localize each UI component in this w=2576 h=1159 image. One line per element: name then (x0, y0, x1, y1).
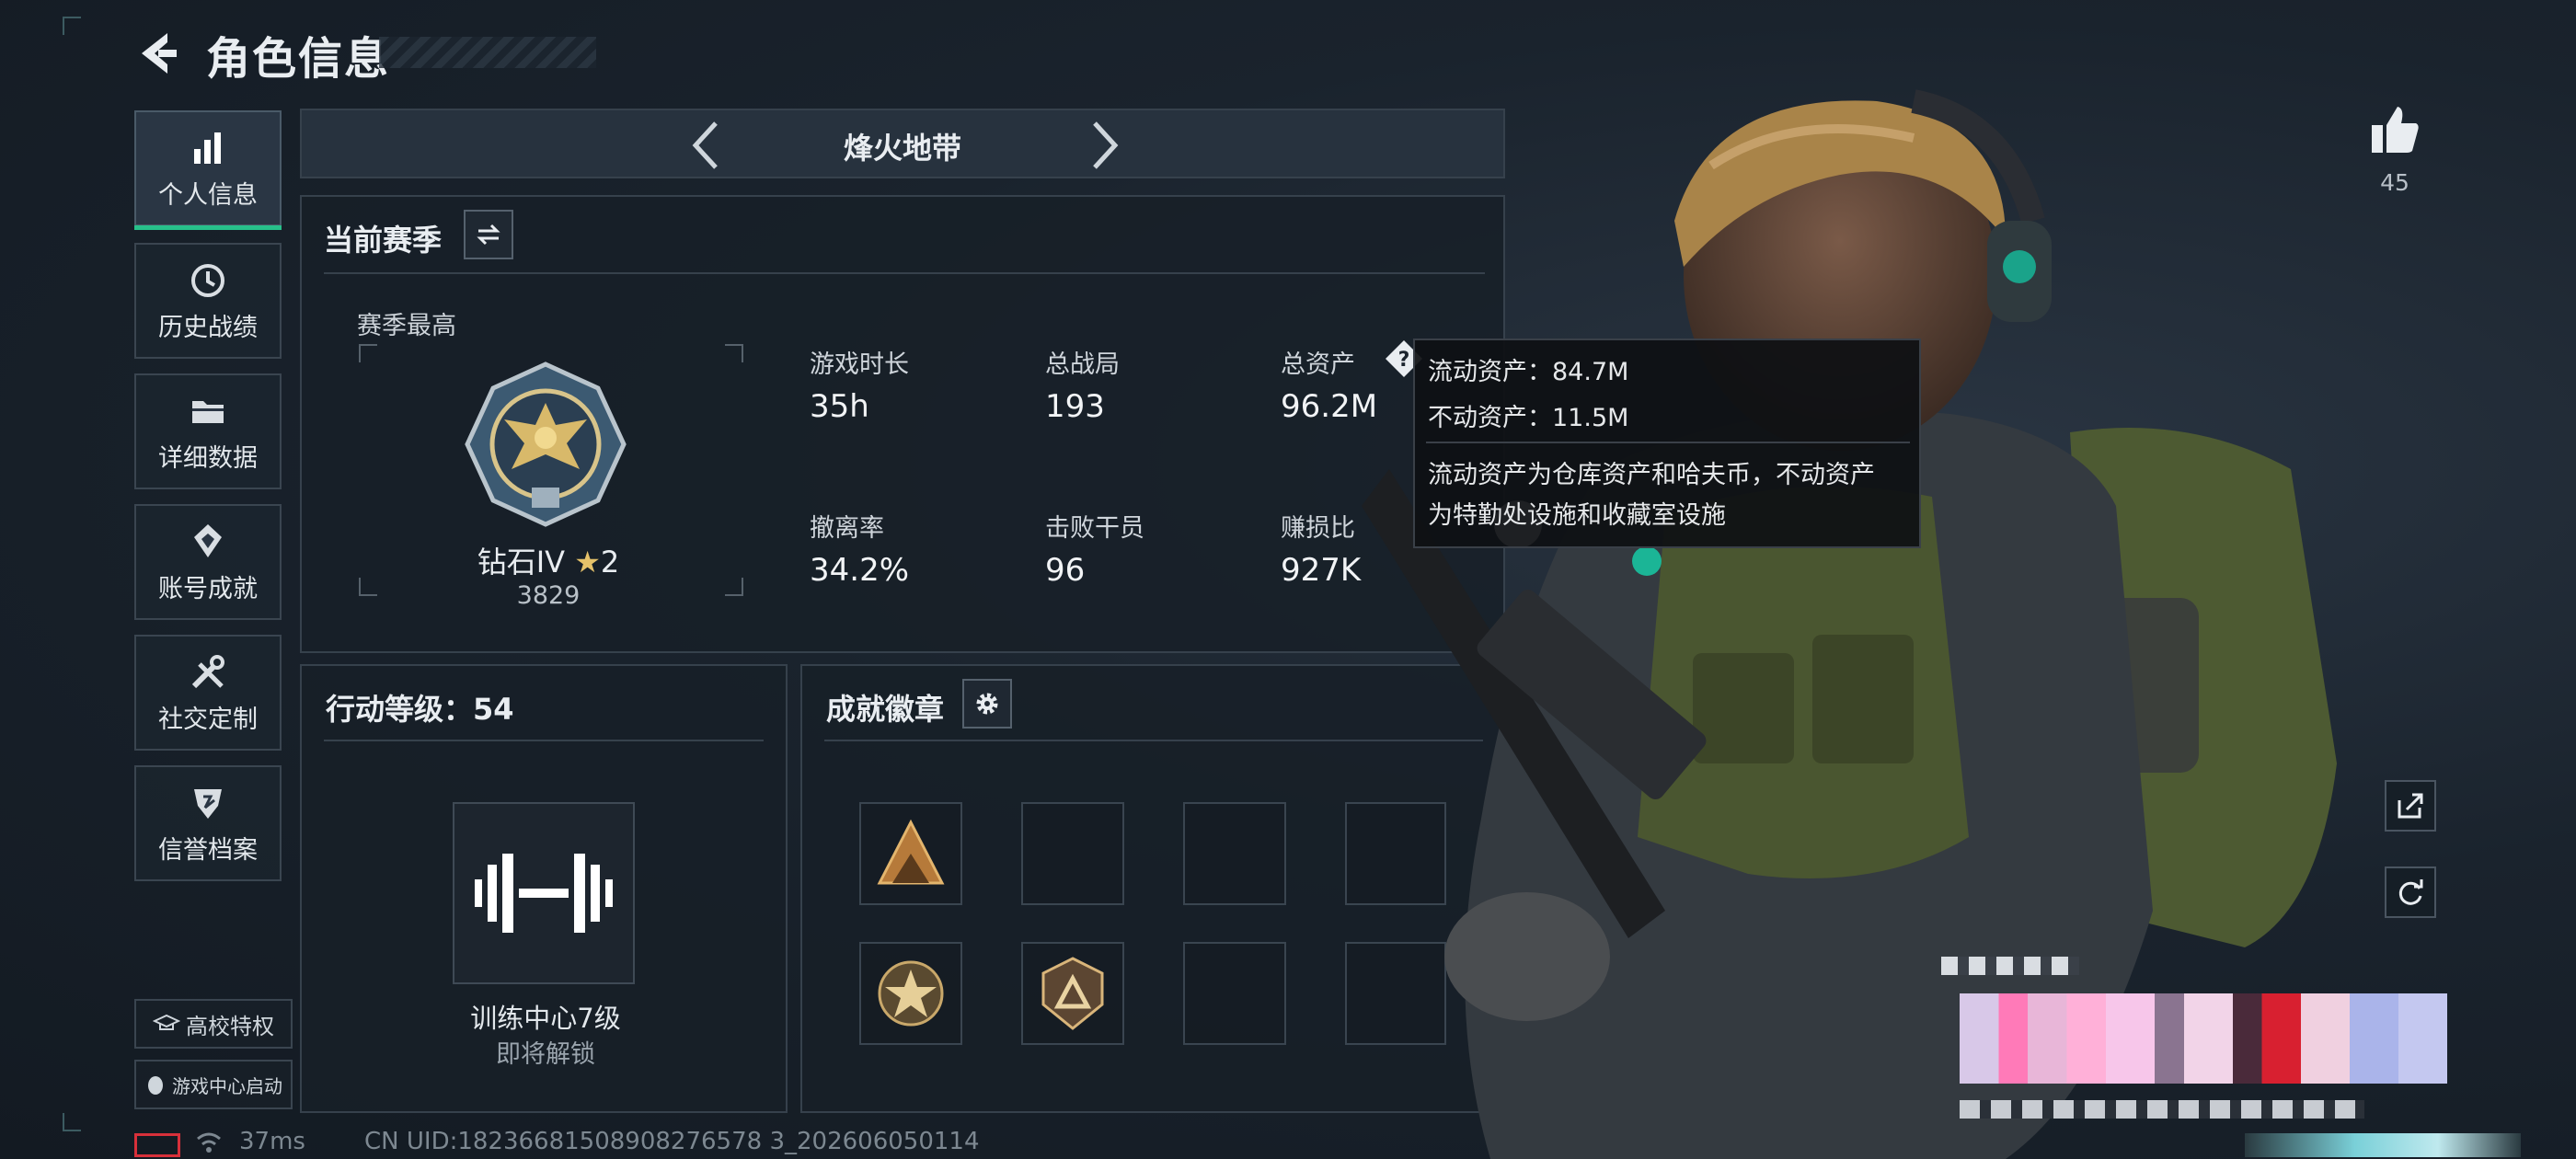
sidebar-item-label: 个人信息 (158, 180, 258, 210)
folder-icon (192, 400, 224, 423)
share-icon (2398, 793, 2423, 819)
sidebar-item-reputation[interactable]: 信誉档案 (134, 765, 282, 881)
tools-icon (191, 654, 224, 688)
frame-corner (359, 344, 377, 362)
stat-label: 击败干员 (1045, 514, 1144, 543)
badge-slot[interactable] (1021, 942, 1124, 1045)
training-center-card[interactable] (453, 802, 635, 984)
rank-stars: 2 (600, 545, 620, 580)
stat-value: 96 (1045, 552, 1086, 589)
mode-name: 烽火地带 (843, 131, 961, 166)
mode-selector: 烽火地带 (300, 109, 1505, 178)
badge-slot[interactable] (1183, 942, 1286, 1045)
title-decoration (379, 37, 596, 68)
liquid-assets: 流动资产：84.7M (1428, 358, 1629, 386)
refresh-button[interactable] (2385, 866, 2436, 918)
stat-label: 总资产 (1281, 350, 1355, 379)
diamond-rank-emblem (465, 361, 627, 527)
thumbs-up-icon[interactable] (2368, 103, 2421, 156)
frame-corner (725, 344, 743, 362)
stat-value: 193 (1045, 388, 1105, 425)
stat-value: 927K (1281, 552, 1362, 589)
star-icon: ★ (574, 545, 601, 580)
redacted-mosaic (1960, 1100, 2364, 1119)
corner-tick (63, 1113, 81, 1131)
rank-label: 钻石IV ★2 (302, 539, 795, 581)
chevron-right-icon[interactable] (1086, 120, 1122, 171)
shield-badge-icon (1041, 957, 1104, 1030)
gear-icon (976, 693, 998, 715)
dumbbell-icon (475, 854, 613, 933)
stat-value: 35h (810, 388, 869, 425)
redacted-mosaic (2245, 1133, 2521, 1157)
back-arrow-icon[interactable] (132, 28, 184, 79)
sidebar-item-label: 账号成就 (158, 574, 258, 603)
switch-season-button[interactable] (464, 210, 513, 259)
season-best-label: 赛季最高 (357, 312, 456, 340)
badges-title: 成就徽章 (826, 692, 945, 727)
game-center-label: 游戏中心启动 (172, 1074, 282, 1097)
badge-slot[interactable] (1183, 802, 1286, 905)
history-icon (191, 263, 224, 297)
battery-icon (134, 1133, 180, 1157)
badge-slot[interactable] (859, 942, 962, 1045)
badge-slot[interactable] (859, 802, 962, 905)
user-uid: CN UID:18236681508908276578 3_2026060501… (364, 1128, 980, 1155)
bar-chart-icon (194, 132, 221, 164)
graduation-cap-icon (153, 1014, 180, 1030)
stat-label: 总战局 (1045, 350, 1120, 379)
refresh-icon (2398, 879, 2423, 905)
like-count: 45 (2380, 169, 2409, 196)
season-panel: 当前赛季 赛季最高 钻石IV ★2 3829 游戏时长 35h 总战局 193 … (300, 195, 1505, 653)
action-level-title: 行动等级：54 (326, 692, 514, 727)
sidebar-item-label: 信誉档案 (158, 835, 258, 865)
sidebar-item-personal-info[interactable]: 个人信息 (134, 110, 282, 230)
page-title: 角色信息 (206, 33, 391, 85)
corner-tick (63, 17, 81, 35)
mountain-badge-icon (877, 819, 945, 885)
shield-icon (194, 788, 222, 819)
asset-tooltip: 流动资产：84.7M 不动资产：11.5M 流动资产为仓库资产和哈夫币，不动资产… (1413, 339, 1921, 548)
sidebar-item-history[interactable]: 历史战绩 (134, 243, 282, 359)
sidebar-item-social[interactable]: 社交定制 (134, 635, 282, 751)
wifi-icon (197, 1132, 221, 1153)
asset-description-line2: 为特勤处设施和收藏室设施 (1428, 501, 1726, 530)
achievement-icon (194, 523, 222, 557)
sidebar-item-label: 社交定制 (158, 705, 258, 734)
sidebar-item-label: 历史战绩 (158, 313, 258, 342)
rank-score: 3829 (516, 581, 581, 610)
campus-privilege-button[interactable]: 高校特权 (134, 999, 293, 1049)
stat-label: 游戏时长 (810, 350, 909, 379)
action-level-panel: 行动等级：54 训练中心7级 即将解锁 (300, 664, 788, 1113)
penguin-icon (148, 1076, 163, 1095)
badge-slot[interactable] (1021, 802, 1124, 905)
training-center-status: 即将解锁 (496, 1040, 595, 1069)
redacted-mosaic (1941, 957, 2079, 975)
stat-label: 赚损比 (1281, 514, 1355, 543)
swap-icon (477, 224, 500, 246)
stat-label: 撤离率 (810, 514, 884, 543)
training-center-name: 训练中心7级 (470, 1003, 621, 1034)
divider (324, 272, 1485, 274)
redacted-mosaic (1960, 993, 2447, 1084)
fixed-assets: 不动资产：11.5M (1428, 404, 1629, 432)
sidebar-item-achievements[interactable]: 账号成就 (134, 504, 282, 620)
star-badge-icon (878, 960, 944, 1027)
rank-name: 钻石IV (477, 545, 566, 580)
stat-value: 34.2% (810, 552, 910, 589)
divider (1426, 442, 1910, 443)
sidebar-item-detailed-data[interactable]: 详细数据 (134, 373, 282, 489)
sidebar-item-label: 详细数据 (158, 443, 258, 473)
ping-readout: 37ms (239, 1128, 305, 1155)
campus-privilege-label: 高校特权 (186, 1013, 274, 1039)
divider (324, 740, 764, 741)
share-button[interactable] (2385, 780, 2436, 832)
game-center-button[interactable]: 游戏中心启动 (134, 1060, 293, 1109)
badge-settings-button[interactable] (962, 679, 1012, 729)
asset-description-line1: 流动资产为仓库资产和哈夫币，不动资产 (1428, 461, 1875, 489)
season-title: 当前赛季 (324, 223, 443, 258)
